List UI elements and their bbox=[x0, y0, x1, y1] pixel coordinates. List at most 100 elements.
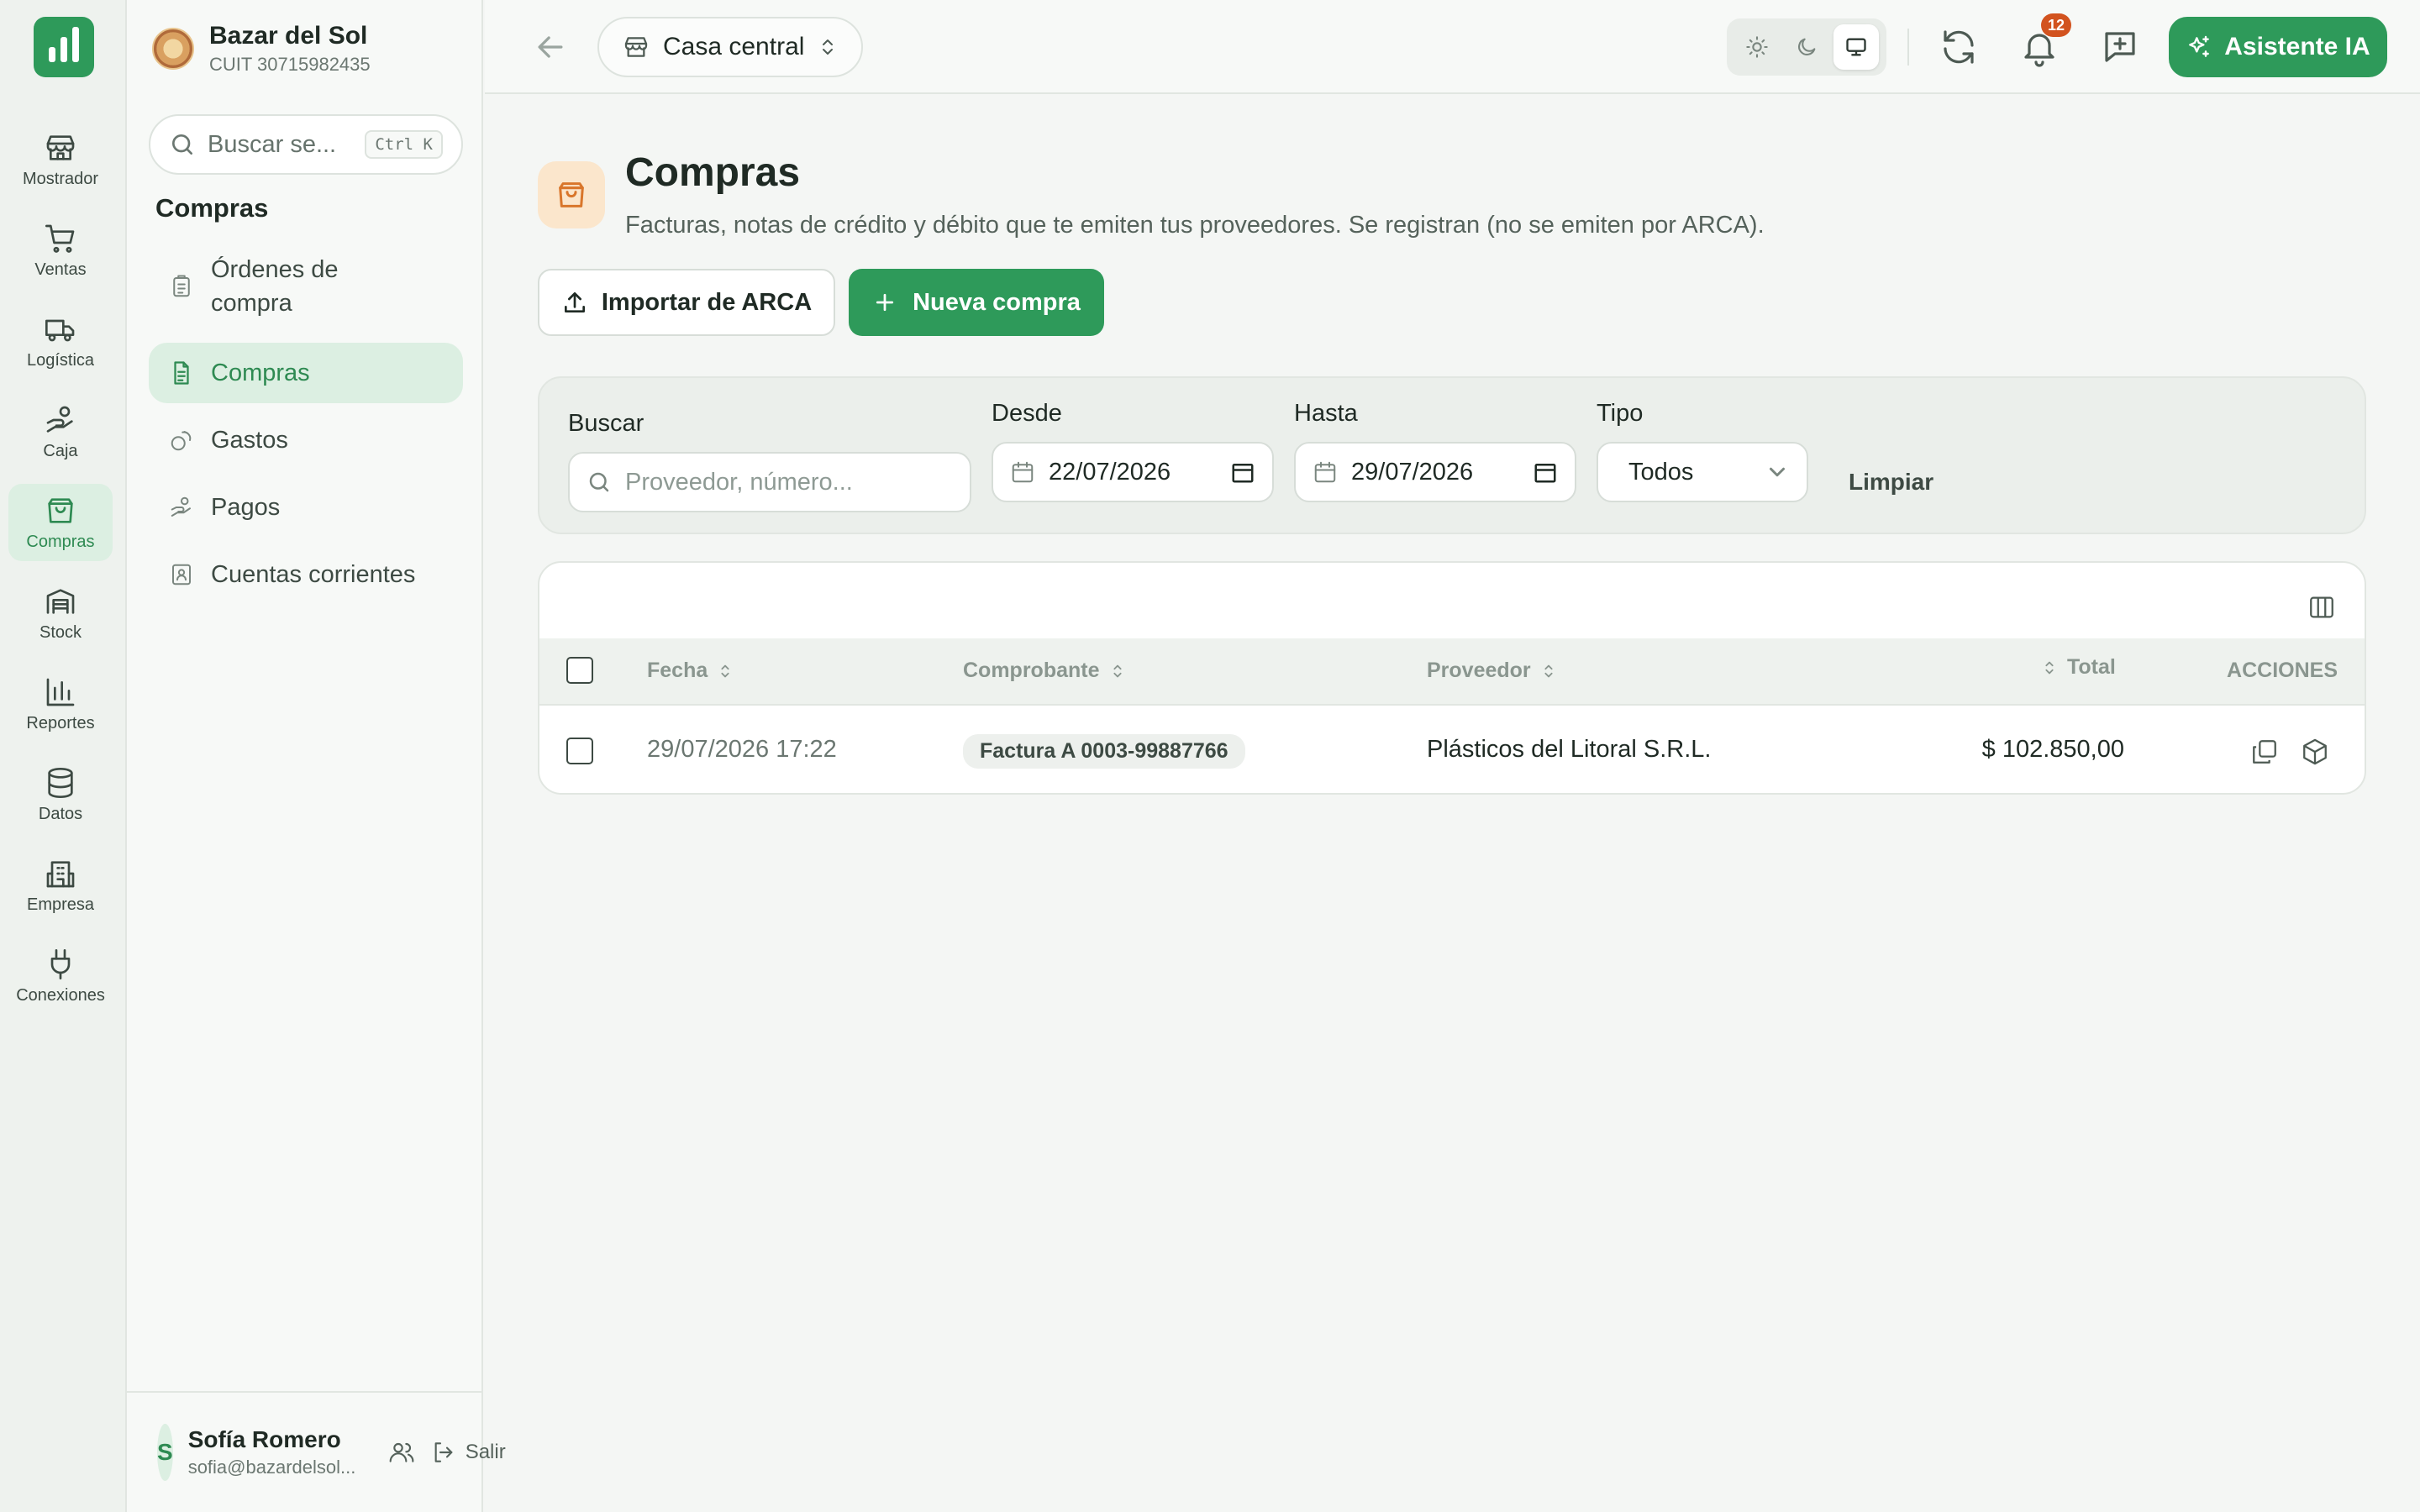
moon-icon bbox=[1798, 38, 1816, 55]
column-header-receipt[interactable]: Comprobante bbox=[963, 659, 1127, 683]
column-header-label: ACCIONES bbox=[2227, 659, 2338, 682]
purchases-table: Fecha Comprobante Proveedor Total ACCION… bbox=[538, 561, 2366, 795]
calendar-icon bbox=[1012, 461, 1034, 483]
sidebar-item-ordenes-de-compra[interactable]: Órdenes de compra bbox=[149, 249, 463, 324]
columns-icon[interactable] bbox=[2307, 593, 2336, 622]
users-icon[interactable] bbox=[388, 1439, 415, 1466]
sidebar-item-pagos[interactable]: Pagos bbox=[149, 477, 463, 538]
file-text-icon bbox=[174, 361, 189, 385]
sidebar-item-gastos[interactable]: Gastos bbox=[149, 410, 463, 470]
from-date-label: Desde bbox=[992, 400, 1062, 427]
sidebar-search[interactable]: Buscar se... Ctrl K bbox=[149, 114, 463, 175]
from-date-input[interactable]: 22/07/2026 bbox=[992, 442, 1274, 502]
rail-label: Reportes bbox=[26, 713, 95, 732]
branch-name: Casa central bbox=[663, 33, 805, 60]
rail-label: Empresa bbox=[26, 895, 95, 914]
rail-item-logistica[interactable]: Logística bbox=[8, 302, 113, 380]
column-header-label: Fecha bbox=[647, 659, 708, 682]
app-logo[interactable] bbox=[34, 17, 94, 77]
copy-icon[interactable] bbox=[2250, 738, 2279, 766]
from-date-value: 22/07/2026 bbox=[1049, 458, 1171, 486]
calendar-picker-icon[interactable] bbox=[1533, 459, 1558, 485]
column-header-label: Comprobante bbox=[963, 659, 1100, 682]
filters-panel: Buscar Proveedor, número... Desde 22/07/… bbox=[538, 376, 2366, 534]
business-logo bbox=[152, 28, 194, 70]
sync-button[interactable] bbox=[1939, 27, 1979, 67]
sparkles-icon bbox=[2189, 35, 2210, 57]
sun-icon bbox=[1745, 36, 1768, 58]
rail-item-reportes[interactable]: Reportes bbox=[8, 665, 113, 743]
rail-item-empresa[interactable]: Empresa bbox=[8, 847, 113, 924]
notifications-button[interactable]: 12 bbox=[2019, 13, 2071, 67]
plus-icon bbox=[876, 293, 894, 312]
light-theme-button[interactable] bbox=[1734, 24, 1780, 70]
package-icon[interactable] bbox=[2301, 738, 2329, 766]
logout-icon bbox=[434, 1442, 453, 1462]
row-checkbox[interactable] bbox=[566, 738, 593, 764]
search-icon bbox=[589, 472, 609, 492]
search-shortcut: Ctrl K bbox=[365, 130, 443, 159]
import-arca-button[interactable]: Importar de ARCA bbox=[538, 269, 835, 336]
new-purchase-button[interactable]: Nueva compra bbox=[849, 269, 1104, 336]
table-row[interactable]: 29/07/2026 17:22 Factura A 0003-99887766… bbox=[539, 707, 2365, 793]
ai-assistant-button[interactable]: Asistente IA bbox=[2169, 17, 2387, 77]
hand-coins-icon bbox=[46, 406, 73, 433]
rail-item-conexiones[interactable]: Conexiones bbox=[8, 937, 113, 1015]
search-filter-placeholder: Proveedor, número... bbox=[625, 468, 853, 496]
to-date-input[interactable]: 29/07/2026 bbox=[1294, 442, 1576, 502]
bar-chart-icon bbox=[46, 678, 75, 706]
upload-icon bbox=[564, 292, 585, 312]
column-header-actions: ACCIONES bbox=[1383, 659, 2338, 683]
message-plus-icon bbox=[2105, 32, 2135, 62]
plug-icon bbox=[50, 948, 71, 979]
rail-label: Stock bbox=[39, 622, 82, 642]
clear-filters-button[interactable]: Limpiar bbox=[1849, 469, 1933, 496]
sidebar-item-cuentas-corrientes[interactable]: Cuentas corrientes bbox=[149, 544, 463, 605]
store-icon bbox=[46, 134, 75, 160]
back-arrow-icon[interactable] bbox=[532, 29, 569, 66]
rail-label: Compras bbox=[26, 532, 95, 551]
sidebar-item-label: Cuentas corrientes bbox=[211, 560, 416, 588]
user-panel: S Sofía Romero sofia@bazardelsol... Sali… bbox=[127, 1391, 506, 1512]
sidebar-item-compras[interactable]: Compras bbox=[149, 343, 463, 403]
rail-item-caja[interactable]: Caja bbox=[8, 393, 113, 470]
divider bbox=[1907, 29, 1909, 66]
rail-item-ventas[interactable]: Ventas bbox=[8, 212, 113, 289]
sidebar-item-label: Pagos bbox=[211, 493, 281, 521]
rail-label: Datos bbox=[38, 804, 83, 823]
rail-item-datos[interactable]: Datos bbox=[8, 756, 113, 833]
search-filter-input[interactable]: Proveedor, número... bbox=[568, 452, 971, 512]
warehouse-icon bbox=[46, 588, 75, 614]
refresh-icon bbox=[1944, 30, 1974, 64]
sidebar-search-placeholder: Buscar se... bbox=[208, 130, 337, 158]
type-filter-label: Tipo bbox=[1597, 400, 1644, 427]
hand-coins-icon bbox=[171, 496, 191, 517]
business-switcher[interactable]: Bazar del Sol CUIT 30715982435 bbox=[152, 22, 371, 76]
rail-item-compras[interactable]: Compras bbox=[8, 484, 113, 561]
clipboard-icon bbox=[173, 275, 190, 297]
rail-item-stock[interactable]: Stock bbox=[8, 575, 113, 652]
rail-label: Caja bbox=[43, 441, 78, 460]
calendar-picker-icon[interactable] bbox=[1230, 459, 1255, 485]
chevron-up-down-icon bbox=[823, 39, 834, 55]
sort-icon bbox=[721, 664, 729, 677]
column-header-date[interactable]: Fecha bbox=[647, 659, 734, 683]
rail-item-mostrador[interactable]: Mostrador bbox=[8, 121, 113, 198]
system-theme-button[interactable] bbox=[1833, 24, 1880, 70]
monitor-icon bbox=[1846, 38, 1866, 56]
new-message-button[interactable] bbox=[2100, 27, 2140, 67]
ai-assistant-label: Asistente IA bbox=[2224, 33, 2370, 60]
business-name: Bazar del Sol bbox=[209, 22, 368, 50]
type-filter-select[interactable]: Todos bbox=[1597, 442, 1808, 502]
logout-button[interactable]: Salir bbox=[430, 1439, 506, 1466]
dark-theme-button[interactable] bbox=[1784, 24, 1829, 70]
select-all-checkbox[interactable] bbox=[566, 657, 593, 684]
notification-badge: 12 bbox=[2041, 13, 2071, 37]
to-date-value: 29/07/2026 bbox=[1351, 458, 1474, 486]
avatar[interactable]: S bbox=[157, 1424, 173, 1481]
shopping-bag-icon bbox=[48, 497, 73, 523]
table-header: Fecha Comprobante Proveedor Total ACCION… bbox=[539, 638, 2365, 706]
page-header-icon bbox=[538, 161, 605, 228]
branch-selector[interactable]: Casa central bbox=[597, 17, 864, 77]
icon-rail: Mostrador Ventas Logística Caja Compras … bbox=[0, 0, 127, 1512]
